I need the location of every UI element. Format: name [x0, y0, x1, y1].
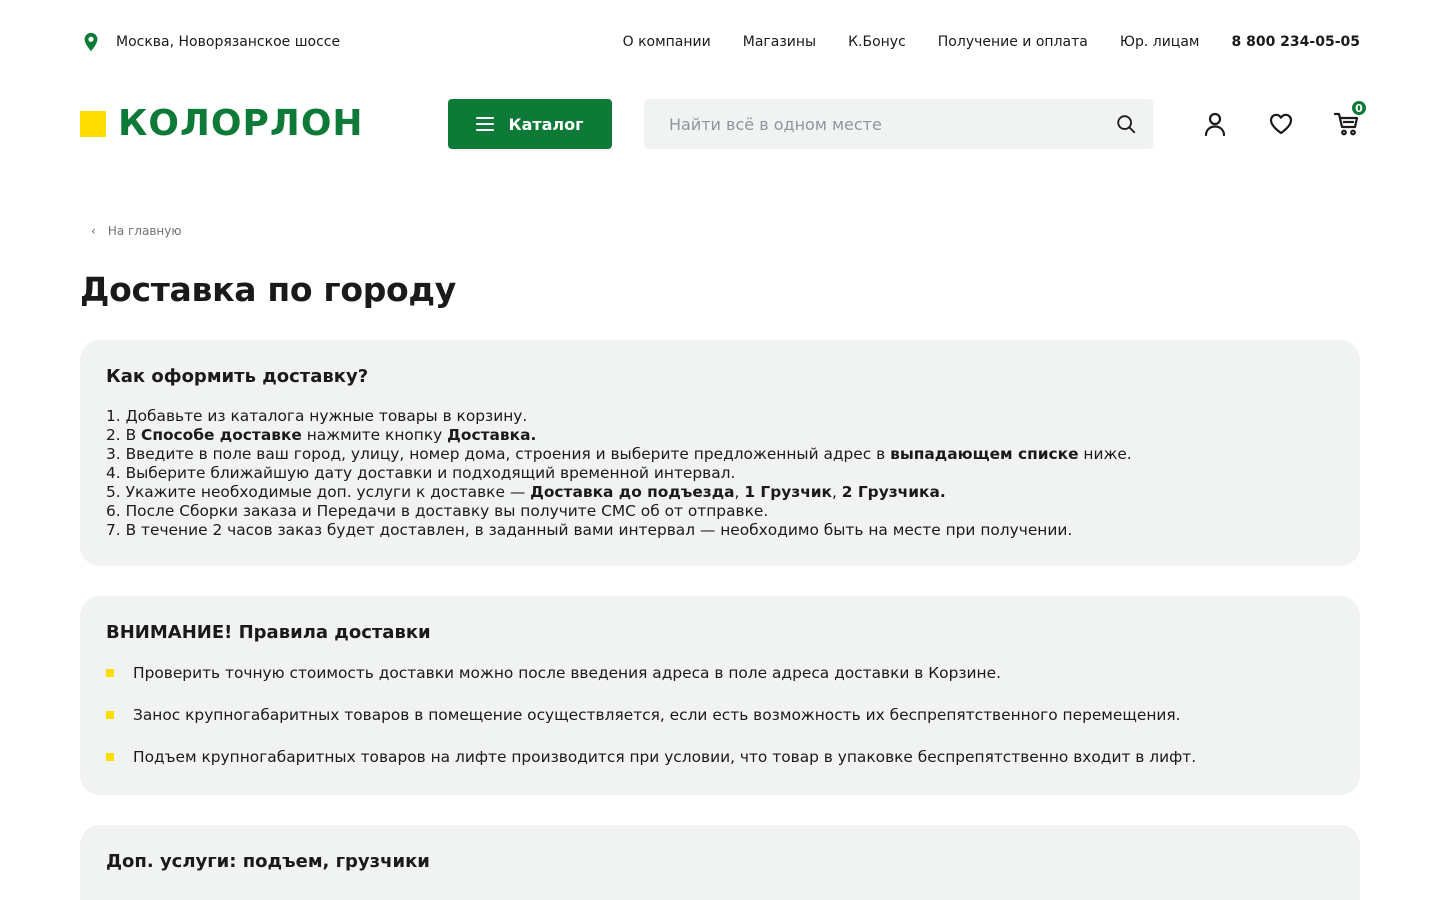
- menu-icon: [476, 117, 495, 131]
- breadcrumb-home-link[interactable]: На главную: [108, 224, 182, 238]
- step-text: 3. Введите в поле ваш город, улицу, номе…: [106, 445, 891, 463]
- top-nav: О компании Магазины К.Бонус Получение и …: [623, 34, 1360, 50]
- chevron-left-icon: ‹: [91, 224, 96, 238]
- how-to-title: Как оформить доставку?: [106, 366, 369, 387]
- step-emphasis: Доставка до подъезда: [530, 483, 735, 501]
- rule-text: Проверить точную стоимость доставки можн…: [133, 664, 1001, 682]
- header-actions: 0: [1202, 99, 1368, 137]
- nav-link-kbonus[interactable]: К.Бонус: [848, 34, 906, 50]
- bullet-marker: [106, 711, 114, 719]
- step-item: 7. В течение 2 часов заказ будет доставл…: [106, 521, 1334, 540]
- logo-mark: [80, 111, 106, 137]
- steps-list: 1. Добавьте из каталога нужные товары в …: [106, 407, 1334, 540]
- step-text: 7. В течение 2 часов заказ будет доставл…: [106, 521, 1073, 539]
- list-item: Занос крупногабаритных товаров в помещен…: [106, 705, 1334, 725]
- user-icon[interactable]: [1202, 111, 1228, 137]
- services-card: Доп. услуги: подъем, грузчики: [80, 825, 1360, 900]
- step-item: 4. Выберите ближайшую дату доставки и по…: [106, 464, 1334, 483]
- step-item: 2. В Способе доставке нажмите кнопку Дос…: [106, 426, 1334, 445]
- top-bar: Москва, Новорязанское шоссе О компании М…: [80, 28, 1360, 56]
- logo-text: КОЛОРЛОН: [118, 103, 364, 144]
- rule-text: Подъем крупногабаритных товаров на лифте…: [133, 748, 1197, 766]
- step-text: 4. Выберите ближайшую дату доставки и по…: [106, 464, 736, 482]
- rules-title: ВНИМАНИЕ! Правила доставки: [106, 622, 431, 643]
- step-text: ,: [734, 483, 745, 501]
- bullet-marker: [106, 669, 114, 677]
- step-text: 2. В: [106, 426, 142, 444]
- rules-card: ВНИМАНИЕ! Правила доставки Проверить точ…: [80, 596, 1360, 795]
- rules-list: Проверить точную стоимость доставки можн…: [106, 663, 1334, 767]
- step-item: 6. После Сборки заказа и Передачи в дост…: [106, 502, 1334, 521]
- heart-icon[interactable]: [1268, 111, 1294, 137]
- nav-link-stores[interactable]: Магазины: [743, 34, 816, 50]
- step-text: ниже.: [1078, 445, 1132, 463]
- step-item: 1. Добавьте из каталога нужные товары в …: [106, 407, 1334, 426]
- rule-text: Занос крупногабаритных товаров в помещен…: [133, 706, 1181, 724]
- step-text: 6. После Сборки заказа и Передачи в дост…: [106, 502, 769, 520]
- step-emphasis: 2 Грузчика.: [841, 483, 946, 501]
- step-emphasis: выпадающем списке: [890, 445, 1079, 463]
- bullet-marker: [106, 753, 114, 761]
- search-bar: [644, 99, 1153, 149]
- phone-link[interactable]: 8 800 234-05-05: [1231, 34, 1360, 50]
- nav-link-delivery-payment[interactable]: Получение и оплата: [938, 34, 1088, 50]
- list-item: Проверить точную стоимость доставки можн…: [106, 663, 1334, 683]
- location-selector[interactable]: Москва, Новорязанское шоссе: [80, 31, 340, 53]
- step-emphasis: Доставка.: [447, 426, 537, 444]
- catalog-button-label: Каталог: [508, 114, 584, 134]
- step-text: 1. Добавьте из каталога нужные товары в …: [106, 407, 528, 425]
- search-input[interactable]: [669, 114, 1115, 134]
- page-title: Доставка по городу: [80, 270, 456, 309]
- step-text: ,: [832, 483, 842, 501]
- catalog-button[interactable]: Каталог: [448, 99, 612, 149]
- logo[interactable]: КОЛОРЛОН: [80, 106, 448, 142]
- step-item: 3. Введите в поле ваш город, улицу, номе…: [106, 445, 1334, 464]
- services-title: Доп. услуги: подъем, грузчики: [106, 851, 430, 872]
- nav-link-legal-entities[interactable]: Юр. лицам: [1120, 34, 1200, 50]
- cart-count-badge: 0: [1350, 99, 1368, 117]
- list-item: Подъем крупногабаритных товаров на лифте…: [106, 747, 1334, 767]
- step-item: 5. Укажите необходимые доп. услуги к дос…: [106, 483, 1334, 502]
- location-pin-icon: [84, 32, 98, 52]
- search-icon[interactable]: [1115, 113, 1137, 135]
- step-emphasis: 1 Грузчик: [744, 483, 832, 501]
- breadcrumb[interactable]: ‹ На главную: [91, 224, 181, 238]
- how-to-card: Как оформить доставку? 1. Добавьте из ка…: [80, 340, 1360, 566]
- step-emphasis: Способе доставке: [141, 426, 302, 444]
- cart-button[interactable]: 0: [1333, 99, 1368, 137]
- nav-link-about[interactable]: О компании: [623, 34, 711, 50]
- location-label: Москва, Новорязанское шоссе: [116, 34, 341, 50]
- main-header: КОЛОРЛОН Каталог 0: [80, 99, 1368, 149]
- step-text: нажмите кнопку: [301, 426, 448, 444]
- step-text: 5. Укажите необходимые доп. услуги к дос…: [106, 483, 531, 501]
